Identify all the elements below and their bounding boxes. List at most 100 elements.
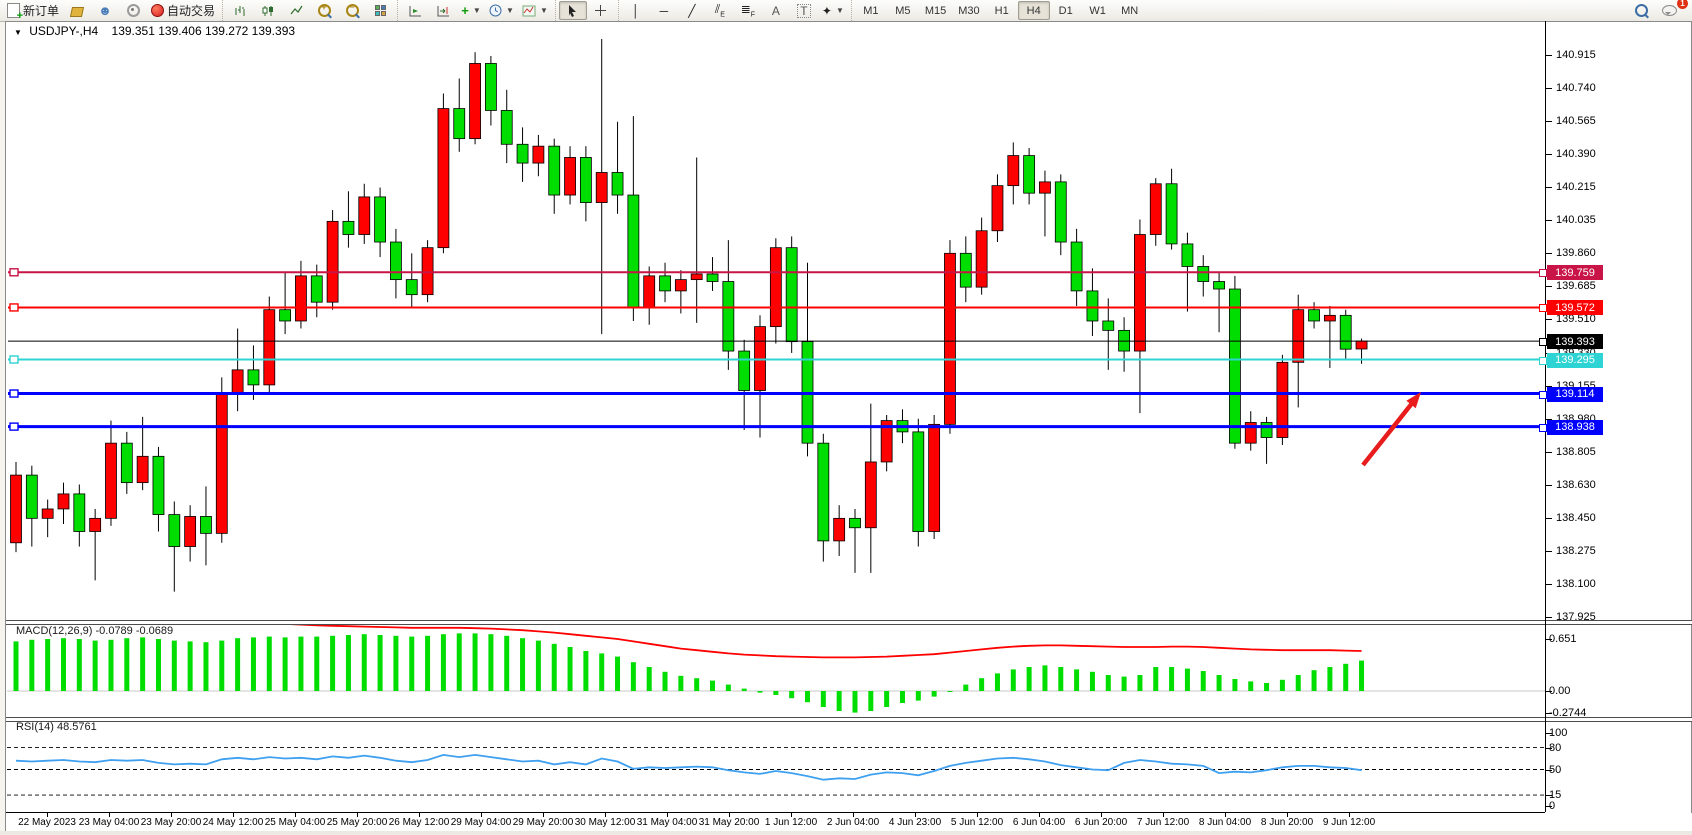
candle-bear	[454, 109, 465, 139]
candle-bull	[865, 462, 876, 528]
auto-trading-button[interactable]: 自动交易	[147, 1, 219, 20]
notifications-button[interactable]: 1	[1655, 1, 1683, 20]
candle-bear	[1182, 244, 1193, 267]
zoom-out-button[interactable]: −	[338, 1, 366, 20]
mt4-application: 新订单 ☻ 自动交易 + −	[0, 0, 1692, 835]
candle-bear	[628, 195, 639, 308]
candle-bear	[1214, 282, 1225, 290]
price-chart-pane[interactable]	[7, 21, 1545, 622]
price-tick-label: 140.035	[1556, 214, 1596, 226]
macd-histogram-bar	[932, 691, 937, 697]
candle-bear	[960, 253, 971, 287]
macd-histogram-bar	[805, 691, 810, 702]
rsi-indicator-pane[interactable]	[7, 720, 1545, 812]
tile-windows-icon	[375, 5, 386, 16]
text-label-icon: T	[797, 4, 810, 18]
new-order-button[interactable]: 新订单	[3, 1, 63, 20]
timeframe-M5[interactable]: M5	[887, 1, 919, 20]
bar-chart-mode-button[interactable]	[226, 1, 254, 20]
timeframe-H4[interactable]: H4	[1018, 1, 1050, 20]
candle-bear	[311, 276, 322, 302]
macd-histogram-bar	[742, 689, 747, 691]
candle-bear	[739, 351, 750, 390]
chart-ohlc-values: 139.351 139.406 139.272 139.393	[112, 24, 296, 38]
horizontal-line-tool[interactable]: ─	[650, 1, 678, 20]
price-tick-label: 138.630	[1556, 479, 1596, 491]
macd-histogram-bar	[140, 637, 145, 691]
candle-bull	[90, 518, 101, 531]
zoom-in-icon: +	[318, 4, 331, 17]
macd-histogram-bar	[441, 634, 446, 691]
macd-histogram-bar	[884, 691, 889, 707]
tile-windows-button[interactable]	[366, 1, 394, 20]
candle-bear	[501, 110, 512, 144]
equidistant-channel-tool[interactable]: ⫽E	[706, 1, 734, 20]
periods-button[interactable]: ▼	[485, 1, 518, 20]
macd-histogram-bar	[504, 636, 509, 691]
auto-trading-label: 自动交易	[167, 2, 215, 19]
price-tick	[1546, 319, 1552, 320]
timeframe-M1[interactable]: M1	[855, 1, 887, 20]
chart-shift-button[interactable]	[429, 1, 457, 20]
candle-bear	[1309, 310, 1320, 321]
text-tool[interactable]: A	[762, 1, 790, 20]
price-label-anchor	[1539, 391, 1547, 399]
cursor-tool-button[interactable]	[559, 1, 587, 20]
macd-histogram-bar	[1137, 675, 1142, 691]
candlestick-mode-button[interactable]	[254, 1, 282, 20]
vertical-line-tool[interactable]: │	[622, 1, 650, 20]
macd-histogram-bar	[29, 640, 34, 691]
pane-separator-1[interactable]	[6, 620, 1692, 625]
price-tick	[1546, 187, 1552, 188]
trendline-tool[interactable]: ╱	[678, 1, 706, 20]
price-tick-label: 140.215	[1556, 181, 1596, 193]
timeframe-W1[interactable]: W1	[1082, 1, 1114, 20]
macd-histogram-bar	[1185, 669, 1190, 691]
timeframe-M30[interactable]: M30	[952, 1, 985, 20]
timeframe-M15[interactable]: M15	[919, 1, 952, 20]
fibonacci-tool[interactable]: ≣F	[734, 1, 762, 20]
price-label-anchor	[1539, 269, 1547, 277]
candle-bull	[976, 231, 987, 287]
candle-bull	[216, 392, 227, 533]
candle-bear	[818, 443, 829, 541]
macd-histogram-bar	[852, 691, 857, 713]
macd-histogram-bar	[235, 638, 240, 691]
timeframe-D1[interactable]: D1	[1050, 1, 1082, 20]
macd-indicator-pane[interactable]	[7, 623, 1545, 717]
text-label-tool[interactable]: T	[790, 1, 818, 20]
rsi-label: RSI(14) 48.5761	[16, 721, 97, 733]
search-button[interactable]	[1627, 1, 1655, 20]
candle-bull	[232, 370, 243, 393]
templates-button[interactable]: ▼	[518, 1, 552, 20]
zoom-in-button[interactable]: +	[310, 1, 338, 20]
timeframe-MN[interactable]: MN	[1114, 1, 1146, 20]
indicators-button[interactable]: +▼	[457, 1, 485, 20]
price-tick-label: 140.390	[1556, 148, 1596, 160]
chart-title-caret-icon[interactable]: ▼	[14, 28, 22, 37]
macd-histogram-bar	[1011, 669, 1016, 691]
auto-scroll-button[interactable]	[401, 1, 429, 20]
macd-histogram-bar	[1042, 665, 1047, 691]
pane-separator-2[interactable]	[6, 717, 1692, 722]
crosshair-tool-button[interactable]	[587, 1, 615, 20]
macd-histogram-bar	[1296, 675, 1301, 691]
macd-histogram-bar	[1027, 667, 1032, 691]
broadcast-button[interactable]	[119, 1, 147, 20]
macd-histogram-bar	[995, 673, 1000, 691]
timeframe-H1[interactable]: H1	[986, 1, 1018, 20]
arrows-tool[interactable]: ✦▼	[818, 1, 848, 20]
chat-balloon-icon	[1662, 5, 1677, 16]
candle-bear	[343, 221, 354, 234]
candle-bull	[359, 197, 370, 235]
macd-tick-label: -0.2744	[1549, 707, 1586, 719]
profile-button[interactable]: ☻	[91, 1, 119, 20]
price-tick	[1546, 253, 1552, 254]
macd-tick-label: 0.651	[1549, 633, 1577, 645]
price-label-anchor	[1539, 357, 1547, 365]
main-toolbar: 新订单 ☻ 自动交易 + −	[0, 0, 1692, 22]
macd-histogram-bar	[172, 641, 177, 691]
styler-button[interactable]	[63, 1, 91, 20]
macd-histogram-bar	[409, 637, 414, 691]
line-chart-mode-button[interactable]	[282, 1, 310, 20]
